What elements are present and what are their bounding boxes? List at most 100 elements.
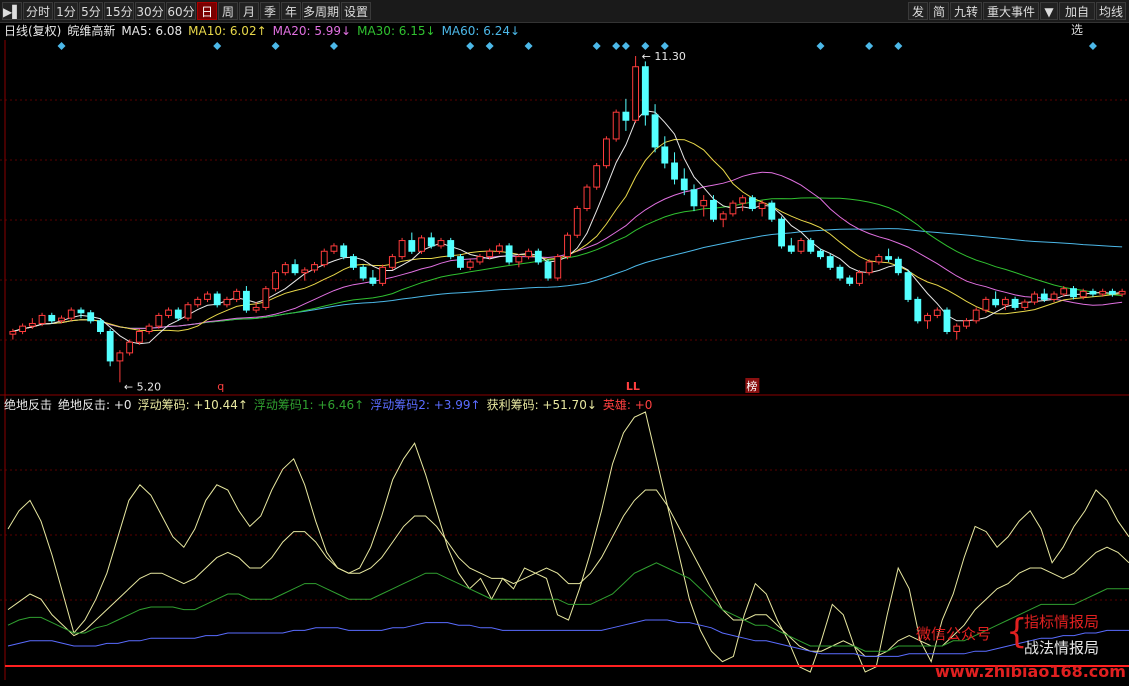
candle-body [593, 165, 601, 188]
candle-body [145, 325, 153, 332]
signal-diamond [1088, 42, 1097, 50]
candle-body [612, 111, 620, 140]
candle-body [272, 272, 280, 290]
candle-body [77, 309, 85, 314]
candle-body [807, 240, 815, 252]
candle-body [904, 272, 912, 300]
candle-body [1099, 290, 1107, 295]
candle-body [1079, 290, 1087, 298]
marker-bang: 榜 [746, 379, 757, 393]
ind-bar-item: 绝地反击: +0 [58, 398, 132, 412]
candle-body [778, 218, 785, 247]
watermark-line1: 指标情报局 [1024, 613, 1100, 631]
candle-body [992, 298, 1000, 306]
signal-diamond [57, 42, 66, 50]
candle-body [427, 237, 435, 247]
candle-body [311, 264, 318, 271]
signal-diamond [621, 42, 630, 50]
candle-body [447, 240, 455, 258]
high-price-label: ← 11.30 [642, 50, 686, 63]
candle-body [262, 288, 270, 308]
candle-body [135, 330, 143, 343]
candle-body [1070, 288, 1077, 298]
candle-body [515, 256, 523, 263]
candle-body [242, 290, 250, 311]
candle-body [1040, 293, 1048, 300]
candle-body [982, 298, 990, 311]
candle-body [924, 314, 931, 322]
candle-body [641, 66, 649, 116]
candle-body [184, 304, 192, 319]
candle-body [564, 234, 571, 258]
candle-body [437, 240, 445, 247]
candle-body [87, 312, 95, 322]
ma5-line [12, 110, 1123, 345]
candle-body [408, 240, 416, 252]
candle-body [486, 250, 494, 258]
candle-body [505, 245, 513, 263]
signal-diamond [329, 42, 338, 50]
candle-body [943, 309, 951, 332]
signal-diamond [592, 42, 601, 50]
candle-body [758, 202, 766, 209]
candle-body [418, 237, 425, 252]
candle-body [894, 258, 902, 274]
signal-diamond [213, 42, 222, 50]
candle-body [933, 309, 941, 316]
candle-body [1118, 290, 1126, 295]
candle-body [97, 320, 104, 332]
watermark-line2: 战法情报局 [1024, 639, 1100, 657]
watermark-url: www.zhibiao168.com [935, 662, 1126, 681]
candle-body [359, 266, 367, 279]
ind-bar-item: 绝地反击 [4, 398, 53, 412]
candle-body [865, 261, 873, 274]
signal-diamond [524, 42, 533, 50]
candle-body [1021, 301, 1029, 308]
candle-body [466, 261, 474, 268]
ind-bar-item: 浮动筹码1: +6.46↑ [253, 398, 365, 412]
candle-body [204, 293, 211, 300]
candle-body [855, 272, 863, 284]
candle-body [457, 256, 464, 268]
candle-body [165, 309, 172, 316]
candle-body [768, 202, 776, 220]
candle-body [379, 266, 387, 284]
kline-chart: ← 11.30 ← 5.20 q LL 榜 [0, 40, 1129, 680]
marker-ll: LL [626, 380, 640, 393]
candle-body [369, 277, 377, 284]
candle-body [622, 111, 630, 121]
candle-body [710, 199, 717, 220]
ind-bar-item: 英雄: +0 [602, 398, 653, 412]
candle-body [340, 245, 348, 258]
candle-body [875, 256, 883, 263]
candle-body [281, 264, 289, 274]
low-price-label: ← 5.20 [124, 380, 161, 393]
candle-body [836, 266, 844, 279]
candle-body [155, 314, 163, 327]
candle-body [554, 256, 562, 279]
candle-body [651, 114, 659, 148]
signal-diamond [612, 42, 621, 50]
candle-body [729, 202, 737, 215]
candle-body [914, 298, 922, 322]
candle-body [1060, 288, 1068, 295]
candle-body [690, 189, 698, 207]
candle-body [194, 298, 202, 306]
candle-body [603, 138, 610, 167]
candle-body [1089, 290, 1097, 295]
indicator-legend: 绝地反击 绝地反击: +0 浮动筹码: +10.44↑ 浮动筹码1: +6.46↑ 浮动… [4, 397, 658, 413]
candle-body [1031, 293, 1038, 303]
candle-body [126, 341, 134, 354]
candle-body [67, 309, 75, 319]
candle-body [972, 309, 980, 322]
candle-body [583, 186, 591, 209]
signal-diamond [660, 42, 669, 50]
candle-body [787, 245, 795, 252]
candle-body [1011, 298, 1019, 308]
candle-body [252, 306, 260, 311]
ind-bar-item: 浮动筹码: +10.44↑ [137, 398, 248, 412]
signal-diamond [485, 42, 494, 50]
candle-body [19, 325, 27, 332]
watermark-wechat: 微信公众号 [916, 625, 992, 643]
candle-body [233, 290, 241, 300]
